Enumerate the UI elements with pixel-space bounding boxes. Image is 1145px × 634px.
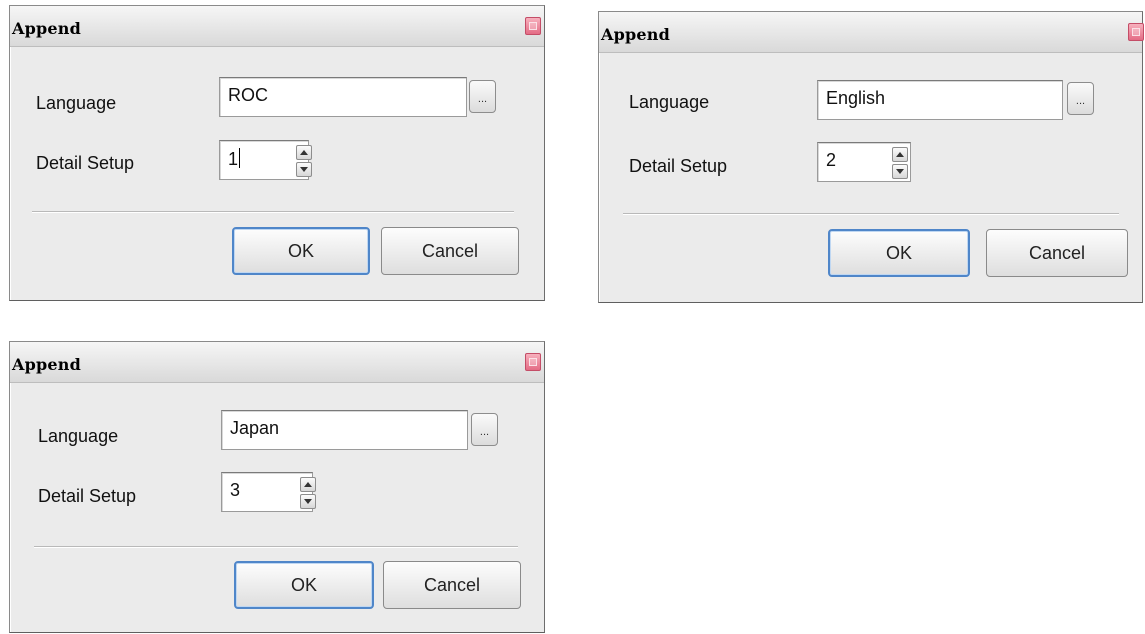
spin-up-button[interactable]: [300, 477, 316, 492]
separator: [34, 546, 518, 548]
language-label: Language: [36, 93, 117, 113]
text-caret: [239, 148, 241, 168]
dialog-titlebar[interactable]: Append: [10, 342, 544, 383]
language-label: Language: [38, 426, 119, 446]
cancel-button[interactable]: Cancel: [383, 561, 521, 609]
detail-setup-spinner[interactable]: 2: [817, 142, 911, 182]
spin-down-button[interactable]: [296, 162, 312, 177]
language-field[interactable]: English: [817, 80, 1063, 120]
chevron-up-icon: [896, 152, 904, 157]
ok-button[interactable]: OK: [234, 561, 374, 609]
spin-buttons: [892, 147, 908, 179]
cancel-button[interactable]: Cancel: [381, 227, 519, 275]
detail-setup-label: Detail Setup: [38, 486, 137, 506]
spin-buttons: [300, 477, 316, 509]
separator: [623, 213, 1119, 215]
ok-button[interactable]: OK: [828, 229, 970, 277]
append-dialog-3: Append Language Japan ... Detail Setup 3…: [9, 341, 545, 633]
ok-button[interactable]: OK: [232, 227, 370, 275]
language-field[interactable]: Japan: [221, 410, 468, 450]
spin-buttons: [296, 145, 312, 177]
detail-setup-label: Detail Setup: [36, 153, 135, 173]
close-button[interactable]: [1128, 23, 1144, 41]
spin-up-button[interactable]: [296, 145, 312, 160]
spin-up-button[interactable]: [892, 147, 908, 162]
append-dialog-2: Append Language English ... Detail Setup…: [598, 11, 1144, 303]
language-label: Language: [629, 92, 710, 112]
append-dialog-1: Append Language ROC ... Detail Setup 1 O…: [9, 5, 545, 301]
dialog-title: Append: [12, 355, 81, 374]
spin-down-button[interactable]: [892, 164, 908, 179]
close-icon: [529, 22, 537, 30]
close-button[interactable]: [525, 353, 541, 371]
chevron-down-icon: [304, 499, 312, 504]
chevron-down-icon: [896, 169, 904, 174]
cancel-button[interactable]: Cancel: [986, 229, 1128, 277]
dialog-title: Append: [601, 25, 670, 44]
detail-setup-value: 3: [230, 480, 241, 500]
browse-button[interactable]: ...: [1067, 82, 1094, 115]
detail-setup-spinner[interactable]: 3: [221, 472, 316, 512]
chevron-down-icon: [300, 167, 308, 172]
detail-setup-value: 1: [228, 149, 239, 169]
detail-setup-label: Detail Setup: [629, 156, 728, 176]
chevron-up-icon: [304, 482, 312, 487]
dialog-titlebar[interactable]: Append: [599, 12, 1144, 53]
close-icon: [1132, 28, 1140, 36]
browse-button[interactable]: ...: [469, 80, 496, 113]
close-icon: [529, 358, 537, 366]
close-button[interactable]: [525, 17, 541, 35]
spin-down-button[interactable]: [300, 494, 316, 509]
separator: [32, 211, 514, 213]
dialog-title: Append: [12, 19, 81, 38]
language-field[interactable]: ROC: [219, 77, 467, 117]
dialog-titlebar[interactable]: Append: [10, 6, 544, 47]
browse-button[interactable]: ...: [471, 413, 498, 446]
chevron-up-icon: [300, 150, 308, 155]
detail-setup-spinner[interactable]: 1: [219, 140, 312, 180]
detail-setup-value: 2: [826, 150, 837, 170]
